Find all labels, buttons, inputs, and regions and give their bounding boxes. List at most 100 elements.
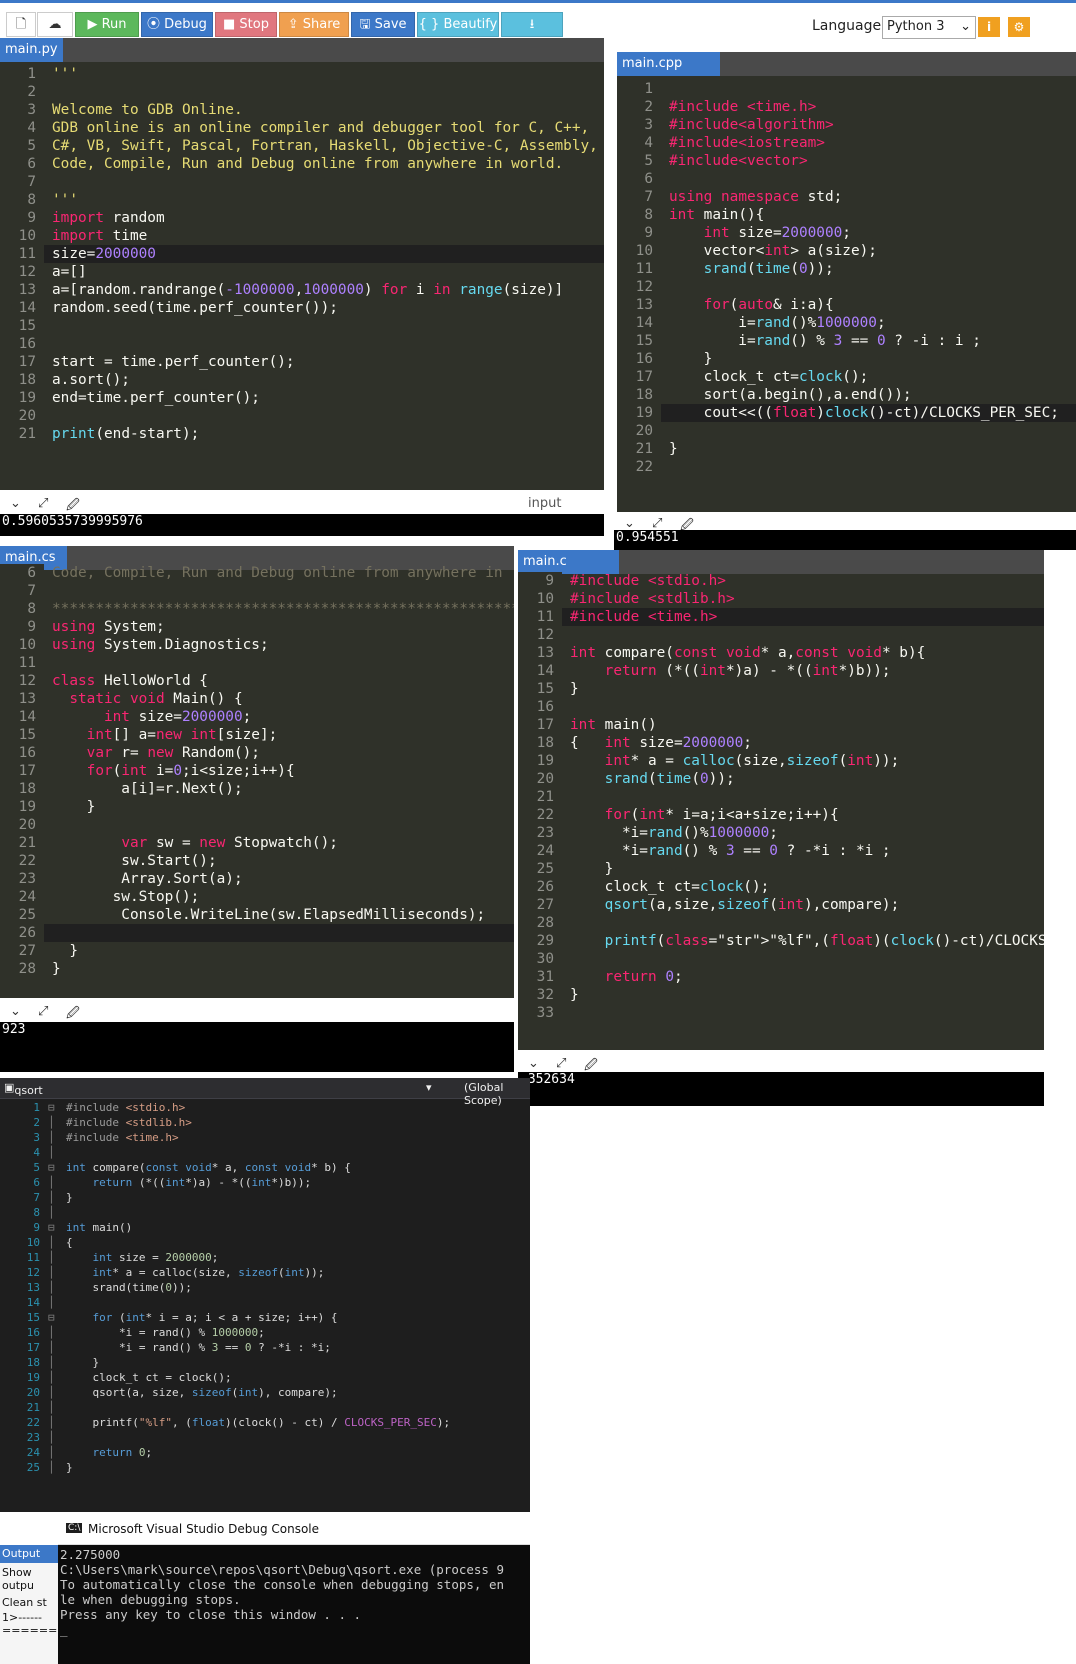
code-line[interactable]: 17 for(int i=0;i<size;i++){ <box>0 762 514 780</box>
code-line[interactable]: 14 int size=2000000; <box>0 708 514 726</box>
code-line[interactable]: 6 <box>617 170 1076 188</box>
code-line[interactable]: 16 var r= new Random(); <box>0 744 514 762</box>
code-line[interactable]: 15 <box>0 317 604 335</box>
outline-marker[interactable]: │ <box>48 1205 66 1220</box>
vs-code-line[interactable]: 25 │} <box>0 1460 530 1475</box>
code-line[interactable]: 21 print(end-start); <box>0 425 604 443</box>
beautify-button[interactable]: { } Beautify <box>417 12 499 37</box>
code-line[interactable]: 19 end=time.perf_counter(); <box>0 389 604 407</box>
code-line[interactable]: 32} <box>518 986 1044 1004</box>
code-line[interactable]: 26 clock_t ct=clock(); <box>518 878 1044 896</box>
vs-code-line[interactable]: 1 ⊟ #include <stdio.h> <box>0 1100 530 1115</box>
code-line[interactable]: 19 int* a = calloc(size,sizeof(int)); <box>518 752 1044 770</box>
code-line[interactable]: 18 { int size=2000000; <box>518 734 1044 752</box>
code-line[interactable]: 10 vector<int> a(size); <box>617 242 1076 260</box>
code-line[interactable]: 18 sort(a.begin(),a.end()); <box>617 386 1076 404</box>
vs-code-line[interactable]: 9 ⊟ int main() <box>0 1220 530 1235</box>
code-line[interactable]: 27 qsort(a,size,sizeof(int),compare); <box>518 896 1044 914</box>
vs-file-combo[interactable]: ▣ qsort <box>4 1081 43 1097</box>
outline-marker[interactable]: ⊟ <box>48 1310 66 1325</box>
vs-code-line[interactable]: 10 │{ <box>0 1235 530 1250</box>
code-line[interactable]: 26 <box>0 924 514 942</box>
code-line[interactable]: 13 static void Main() { <box>0 690 514 708</box>
outline-marker[interactable]: │ <box>48 1235 66 1250</box>
language-select[interactable]: Python 3 ⌄ <box>882 16 976 39</box>
code-line[interactable]: 18 a[i]=r.Next(); <box>0 780 514 798</box>
code-line[interactable]: 3 Welcome to GDB Online. <box>0 101 604 119</box>
code-line[interactable]: 16 } <box>617 350 1076 368</box>
cs-code[interactable]: 6 Code, Compile, Run and Debug online fro… <box>0 564 514 978</box>
code-line[interactable]: 18 a.sort(); <box>0 371 604 389</box>
cpp-editor[interactable]: main.cpp 1 2 #include <time.h> 3 #include<al… <box>614 52 1076 512</box>
code-line[interactable]: 7 <box>0 582 514 600</box>
vs-code-line[interactable]: 22 │ printf("%lf", (float)(clock() - ct) … <box>0 1415 530 1430</box>
code-line[interactable]: 5 #include<vector> <box>617 152 1076 170</box>
code-line[interactable]: 4 GDB online is an online compiler and de… <box>0 119 604 137</box>
vs-code-line[interactable]: 11 │ int size = 2000000; <box>0 1250 530 1265</box>
code-line[interactable]: 22 sw.Start(); <box>0 852 514 870</box>
code-line[interactable]: 28 <box>518 914 1044 932</box>
expand-icon[interactable]: ⤢ <box>38 1004 48 1019</box>
outline-marker[interactable]: ⊟ <box>48 1100 66 1115</box>
code-line[interactable]: 1 ''' <box>0 65 604 83</box>
outline-marker[interactable]: │ <box>48 1400 66 1415</box>
tab-main-c[interactable]: main.c <box>518 550 619 574</box>
collapse-icon[interactable]: ⌄ <box>10 496 21 511</box>
vs-code-line[interactable]: 17 │ *i = rand() % 3 == 0 ? -*i : *i; <box>0 1340 530 1355</box>
code-line[interactable]: 12 a=[] <box>0 263 604 281</box>
code-line[interactable]: 6 Code, Compile, Run and Debug online fro… <box>0 155 604 173</box>
code-line[interactable]: 25 } <box>518 860 1044 878</box>
code-line[interactable]: 22 for(int* i=a;i<a+size;i++){ <box>518 806 1044 824</box>
code-line[interactable]: 14 return (*((int*)a) - *((int*)b)); <box>518 662 1044 680</box>
code-line[interactable]: 15 i=rand() % 3 == 0 ? -i : i ; <box>617 332 1076 350</box>
vs-code-line[interactable]: 7 │} <box>0 1190 530 1205</box>
code-line[interactable]: 15} <box>518 680 1044 698</box>
vs-code-line[interactable]: 23 │ <box>0 1430 530 1445</box>
code-line[interactable]: 19 cout<<((float)clock()-ct)/CLOCKS_PER_… <box>617 404 1076 422</box>
tab-main-cpp[interactable]: main.cpp <box>617 52 720 76</box>
code-line[interactable]: 10 #include <stdlib.h> <box>518 590 1044 608</box>
outline-marker[interactable]: │ <box>48 1355 66 1370</box>
code-line[interactable]: 22 <box>617 458 1076 476</box>
new-file-icon[interactable]: 🗋 <box>6 12 36 37</box>
vs-code-line[interactable]: 3 │ #include <time.h> <box>0 1130 530 1145</box>
code-line[interactable]: 14 random.seed(time.perf_counter()); <box>0 299 604 317</box>
outline-marker[interactable]: │ <box>48 1325 66 1340</box>
code-line[interactable]: 1 <box>617 80 1076 98</box>
outline-marker[interactable]: │ <box>48 1280 66 1295</box>
code-line[interactable]: 11 <box>0 654 514 672</box>
code-line[interactable]: 21 <box>518 788 1044 806</box>
upload-icon[interactable]: ☁ <box>37 12 73 37</box>
code-line[interactable]: 3 #include<algorithm> <box>617 116 1076 134</box>
code-line[interactable]: 23 Array.Sort(a); <box>0 870 514 888</box>
vs-code-line[interactable]: 15 ⊟ for (int* i = a; i < a + size; i++) … <box>0 1310 530 1325</box>
vs-code-line[interactable]: 2 │ #include <stdlib.h> <box>0 1115 530 1130</box>
code-line[interactable]: 7 using namespace std; <box>617 188 1076 206</box>
vs-editor[interactable]: ▣ qsort ▾ (Global Scope) 1 ⊟ #include <std… <box>0 1078 530 1512</box>
vs-code[interactable]: 1 ⊟ #include <stdio.h> 2 │ #include <stdlib.h… <box>0 1100 530 1475</box>
code-line[interactable]: 20 srand(time(0)); <box>518 770 1044 788</box>
code-line[interactable]: 10 import time <box>0 227 604 245</box>
outline-marker[interactable]: │ <box>48 1130 66 1145</box>
code-line[interactable]: 25 Console.WriteLine(sw.ElapsedMilliseco… <box>0 906 514 924</box>
code-line[interactable]: 21 var sw = new Stopwatch(); <box>0 834 514 852</box>
code-line[interactable]: 24 sw.Stop(); <box>0 888 514 906</box>
code-line[interactable]: 8 ''' <box>0 191 604 209</box>
outline-marker[interactable]: │ <box>48 1250 66 1265</box>
info-icon[interactable]: i <box>978 17 1000 37</box>
code-line[interactable]: 12 <box>518 626 1044 644</box>
outline-marker[interactable]: │ <box>48 1370 66 1385</box>
code-line[interactable]: 19 } <box>0 798 514 816</box>
chevron-down-icon[interactable]: ▾ <box>426 1081 432 1094</box>
code-line[interactable]: 11 srand(time(0)); <box>617 260 1076 278</box>
code-line[interactable]: 29 printf(class="str">"%lf",(float)(cloc… <box>518 932 1044 950</box>
stop-button[interactable]: ■ Stop <box>215 12 277 37</box>
code-line[interactable]: 9 #include <stdio.h> <box>518 572 1044 590</box>
outline-marker[interactable]: ⊟ <box>48 1160 66 1175</box>
code-line[interactable]: 15 int[] a=new int[size]; <box>0 726 514 744</box>
code-line[interactable]: 9 using System; <box>0 618 514 636</box>
outline-marker[interactable]: │ <box>48 1430 66 1445</box>
c-editor[interactable]: main.c 9 #include <stdio.h> 10 #include <st… <box>518 550 1044 1050</box>
vs-code-line[interactable]: 21 │ <box>0 1400 530 1415</box>
code-line[interactable]: 27 } <box>0 942 514 960</box>
